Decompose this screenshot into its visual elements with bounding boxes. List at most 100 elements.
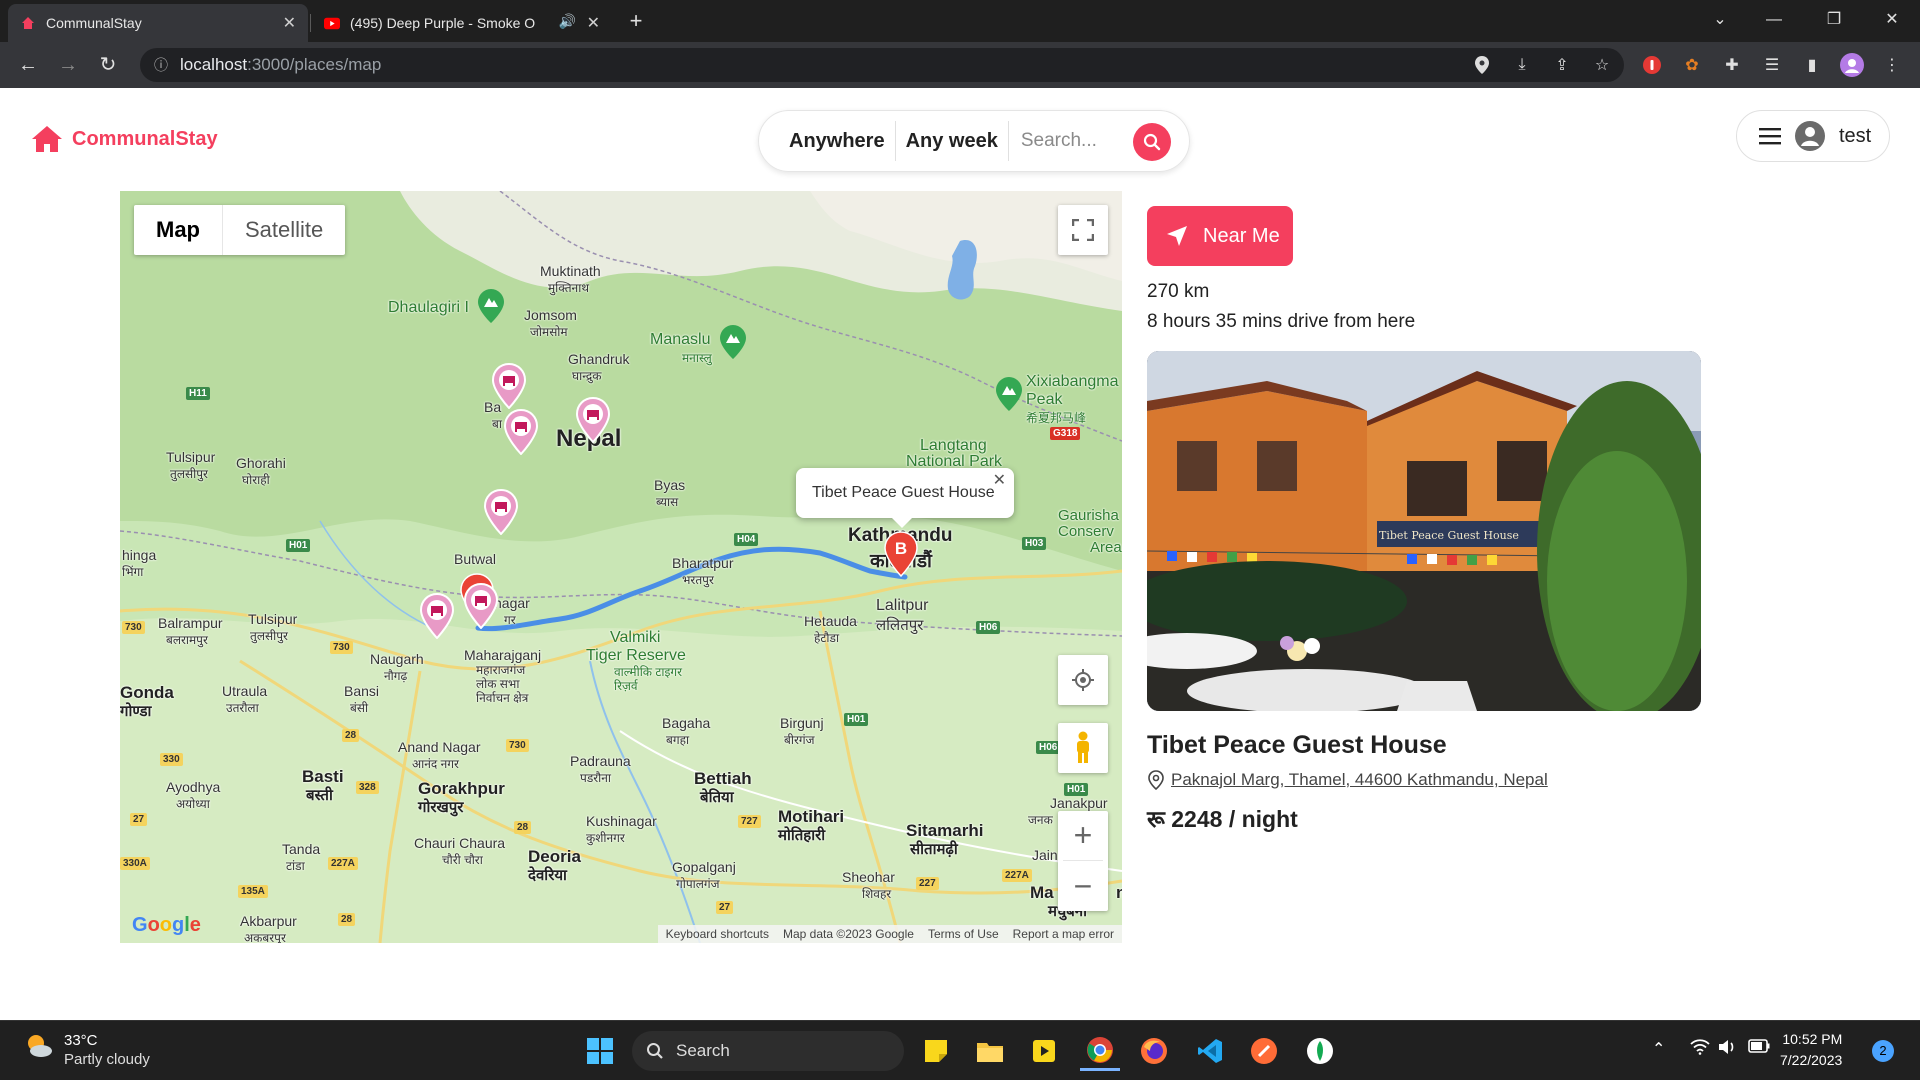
search-bar[interactable]: Anywhere Any week Search...	[758, 110, 1190, 172]
vscode-icon[interactable]	[1190, 1031, 1230, 1071]
zoom-out-button[interactable]: −	[1074, 861, 1093, 911]
tab-separator	[310, 14, 311, 32]
install-icon[interactable]: ⤓	[1510, 53, 1534, 77]
map-label: ललितपुर	[876, 617, 924, 634]
mountain-peak-icon[interactable]	[720, 325, 746, 359]
map-type-satellite[interactable]: Satellite	[223, 205, 345, 255]
bookmark-star-icon[interactable]: ☆	[1590, 53, 1614, 77]
chrome-icon[interactable]	[1080, 1031, 1120, 1071]
battery-icon[interactable]	[1748, 1039, 1770, 1058]
clock-time: 10:52 PM	[1782, 1031, 1843, 1047]
close-info-window-icon[interactable]: ✕	[993, 470, 1006, 490]
stay-marker-pin[interactable]	[484, 489, 518, 535]
highway-shield: 730	[122, 621, 145, 634]
street-view-pegman[interactable]	[1058, 723, 1108, 773]
report-error-link[interactable]: Report a map error	[1013, 927, 1114, 941]
highway-shield: 27	[716, 901, 734, 914]
fullscreen-button[interactable]	[1058, 205, 1108, 255]
volume-icon[interactable]	[1718, 1039, 1738, 1060]
tab-search-icon[interactable]: ⌄	[1704, 8, 1736, 32]
distance-text: 270 km	[1147, 281, 1210, 302]
tab-youtube[interactable]: (495) Deep Purple - Smoke O 🔊 ✕	[312, 4, 612, 42]
firefox-icon[interactable]	[1134, 1031, 1174, 1071]
map-type-map[interactable]: Map	[134, 205, 223, 255]
restore-icon[interactable]: ❐	[1818, 8, 1850, 32]
extensions-icon[interactable]: ✚	[1720, 53, 1744, 77]
highway-shield: H04	[734, 533, 759, 546]
map-type-control[interactable]: Map Satellite	[134, 205, 346, 255]
stay-marker-pin[interactable]	[576, 397, 610, 443]
address-link[interactable]: Paknajol Marg, Thamel, 44600 Kathmandu, …	[1171, 770, 1548, 790]
side-panel-icon[interactable]: ▮	[1800, 53, 1824, 77]
search-input[interactable]: Search...	[1009, 130, 1129, 152]
minimize-icon[interactable]: —	[1758, 8, 1790, 32]
place-address[interactable]: Paknajol Marg, Thamel, 44600 Kathmandu, …	[1147, 770, 1548, 790]
map-label: Gopalganj	[672, 859, 736, 875]
speaker-icon[interactable]: 🔊	[559, 13, 576, 30]
tab-title: (495) Deep Purple - Smoke O	[350, 15, 536, 31]
reading-list-icon[interactable]: ☰	[1760, 53, 1784, 77]
map-label: गोपालगंज	[676, 877, 720, 891]
stay-marker-pin[interactable]	[420, 593, 454, 639]
stay-marker-pin[interactable]	[504, 409, 538, 455]
youtube-favicon-icon	[324, 15, 340, 31]
zoom-control[interactable]: + −	[1058, 811, 1108, 911]
near-me-button[interactable]: Near Me	[1147, 206, 1293, 266]
avatar	[1795, 121, 1825, 151]
logo[interactable]: CommunalStay	[30, 124, 218, 154]
location-icon[interactable]	[1470, 53, 1494, 77]
forward-icon[interactable]: →	[54, 51, 82, 79]
map[interactable]: Map Satellite Muktinath मुक्तिनाथ Dhaula…	[120, 191, 1122, 943]
highway-shield: 227A	[328, 857, 358, 870]
map-label: मनास्लु	[682, 351, 712, 365]
notification-badge[interactable]: 2	[1872, 1040, 1894, 1062]
map-label: Ayodhya	[166, 779, 221, 795]
close-window-icon[interactable]: ✕	[1876, 8, 1908, 32]
pegman-icon	[1077, 731, 1089, 763]
address-bar[interactable]: ⓘ localhost:3000/places/map	[140, 48, 1624, 82]
close-tab-icon[interactable]: ✕	[283, 13, 296, 33]
cookie-icon[interactable]: ✿	[1680, 53, 1704, 77]
wifi-icon[interactable]	[1690, 1039, 1710, 1060]
taskbar-search[interactable]: Search	[632, 1031, 904, 1071]
show-hidden-icons[interactable]: ⌃	[1652, 1039, 1665, 1059]
user-menu-button[interactable]: test	[1736, 110, 1890, 162]
profile-avatar-icon[interactable]	[1840, 53, 1864, 77]
mongodb-compass-icon[interactable]	[1300, 1031, 1340, 1071]
mountain-peak-icon[interactable]	[478, 289, 504, 323]
reload-icon[interactable]: ↻	[94, 51, 122, 79]
share-icon[interactable]: ⇪	[1550, 53, 1574, 77]
zoom-in-button[interactable]: +	[1063, 811, 1103, 861]
anywhere-filter[interactable]: Anywhere	[779, 130, 895, 153]
close-tab-icon[interactable]: ✕	[587, 13, 600, 33]
search-button[interactable]	[1133, 123, 1171, 161]
new-tab-button[interactable]: +	[622, 8, 650, 36]
map-label: बा	[492, 417, 502, 431]
url-path: :3000/places/map	[247, 55, 382, 74]
highway-shield: 227A	[1002, 869, 1032, 882]
keyboard-shortcuts-link[interactable]: Keyboard shortcuts	[666, 927, 769, 941]
map-info-window[interactable]: Tibet Peace Guest House ✕	[796, 468, 1014, 528]
highway-shield: 727	[738, 815, 761, 828]
postman-icon[interactable]	[1244, 1031, 1284, 1071]
any-week-filter[interactable]: Any week	[896, 130, 1008, 153]
adblock-icon[interactable]	[1640, 53, 1664, 77]
tab-communalstay[interactable]: CommunalStay ✕	[8, 4, 308, 42]
map-label: गर	[504, 613, 516, 627]
sticky-notes-icon[interactable]	[916, 1031, 956, 1071]
stay-marker-pin[interactable]	[492, 363, 526, 409]
file-explorer-icon[interactable]	[970, 1031, 1010, 1071]
my-location-button[interactable]	[1058, 655, 1108, 705]
place-photo[interactable]: Tibet Peace Guest House	[1147, 351, 1701, 711]
map-label: Bansi	[344, 683, 380, 699]
start-button[interactable]	[580, 1031, 620, 1071]
site-info-icon[interactable]: ⓘ	[154, 55, 168, 75]
terms-link[interactable]: Terms of Use	[928, 927, 999, 941]
back-icon[interactable]: ←	[14, 51, 42, 79]
mountain-peak-icon[interactable]	[996, 377, 1022, 411]
system-clock[interactable]: 10:52 PM 7/22/2023	[1780, 1029, 1842, 1071]
browser-menu-icon[interactable]: ⋮	[1880, 53, 1904, 77]
media-player-icon[interactable]	[1024, 1031, 1064, 1071]
stay-marker-pin[interactable]	[464, 583, 498, 629]
weather-widget[interactable]: 33°C Partly cloudy	[24, 1031, 150, 1069]
